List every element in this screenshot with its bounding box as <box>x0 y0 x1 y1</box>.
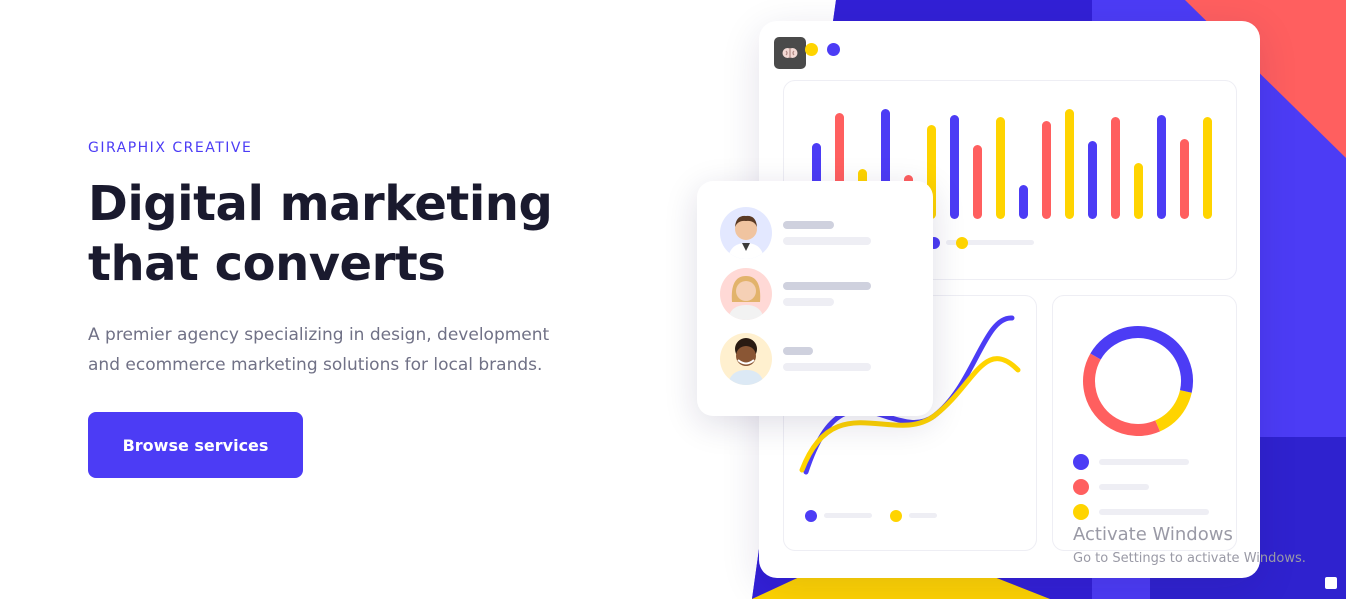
person-2-detail-placeholder <box>783 298 834 306</box>
legend-blue-placeholder <box>824 513 872 518</box>
legend-blue-dot <box>805 510 817 522</box>
donut-legend-yellow-dot <box>1073 504 1089 520</box>
donut-legend-yellow-placeholder <box>1099 509 1209 515</box>
watermark-title: Activate Windows <box>1073 524 1233 545</box>
hero-headline: Digital marketing that converts <box>88 174 608 294</box>
person-1-name-placeholder <box>783 221 834 229</box>
headline-line-1: Digital marketing <box>88 176 553 232</box>
donut-chart-panel <box>1052 295 1237 551</box>
donut-legend-blue-placeholder <box>1099 459 1189 465</box>
person-3-name-placeholder <box>783 347 813 355</box>
headline-line-2: that converts <box>88 236 446 292</box>
description-line-1: A premier agency specializing in design,… <box>88 325 550 345</box>
bar-16 <box>1157 115 1166 219</box>
donut-legend-coral-placeholder <box>1099 484 1149 490</box>
bar-15 <box>1134 163 1143 219</box>
bar-14 <box>1111 117 1120 219</box>
bar-9 <box>996 117 1005 219</box>
bar-17 <box>1180 139 1189 219</box>
bar-11 <box>1042 121 1051 219</box>
hero-section: GIRAPHIX CREATIVE Digital marketing that… <box>88 140 608 380</box>
watermark-subtitle: Go to Settings to activate Windows. <box>1073 551 1306 566</box>
bar-18 <box>1203 117 1212 219</box>
person-1-detail-placeholder <box>783 237 871 245</box>
bar-10 <box>1019 185 1028 219</box>
bar-12 <box>1065 109 1074 219</box>
corner-square[interactable] <box>1325 577 1337 589</box>
donut-legend-coral-dot <box>1073 479 1089 495</box>
blue-dot <box>827 43 840 56</box>
woman-avatar <box>720 268 772 320</box>
legend-yellow-placeholder <box>909 513 937 518</box>
bar-legend-dot-2 <box>956 237 968 249</box>
hero-description: A premier agency specializing in design,… <box>88 320 608 380</box>
donut-legend-blue-dot <box>1073 454 1089 470</box>
man-avatar <box>720 207 772 259</box>
curly-man-avatar <box>720 333 772 385</box>
bar-8 <box>973 145 982 219</box>
person-3-detail-placeholder <box>783 363 871 371</box>
bar-13 <box>1088 141 1097 219</box>
yellow-dot <box>805 43 818 56</box>
description-line-2: and ecommerce marketing solutions for lo… <box>88 355 543 375</box>
people-card <box>697 181 933 416</box>
donut-chart <box>1073 326 1209 520</box>
legend-yellow-dot <box>890 510 902 522</box>
activate-windows-watermark: Activate Windows Go to Settings to activ… <box>1073 524 1306 566</box>
browse-services-button[interactable]: Browse services <box>88 412 303 478</box>
bar-7 <box>950 115 959 219</box>
eyebrow-label: GIRAPHIX CREATIVE <box>88 140 253 156</box>
person-2-name-placeholder <box>783 282 871 290</box>
bar-legend-placeholder-2 <box>974 240 1034 245</box>
brain-icon[interactable] <box>774 37 806 69</box>
